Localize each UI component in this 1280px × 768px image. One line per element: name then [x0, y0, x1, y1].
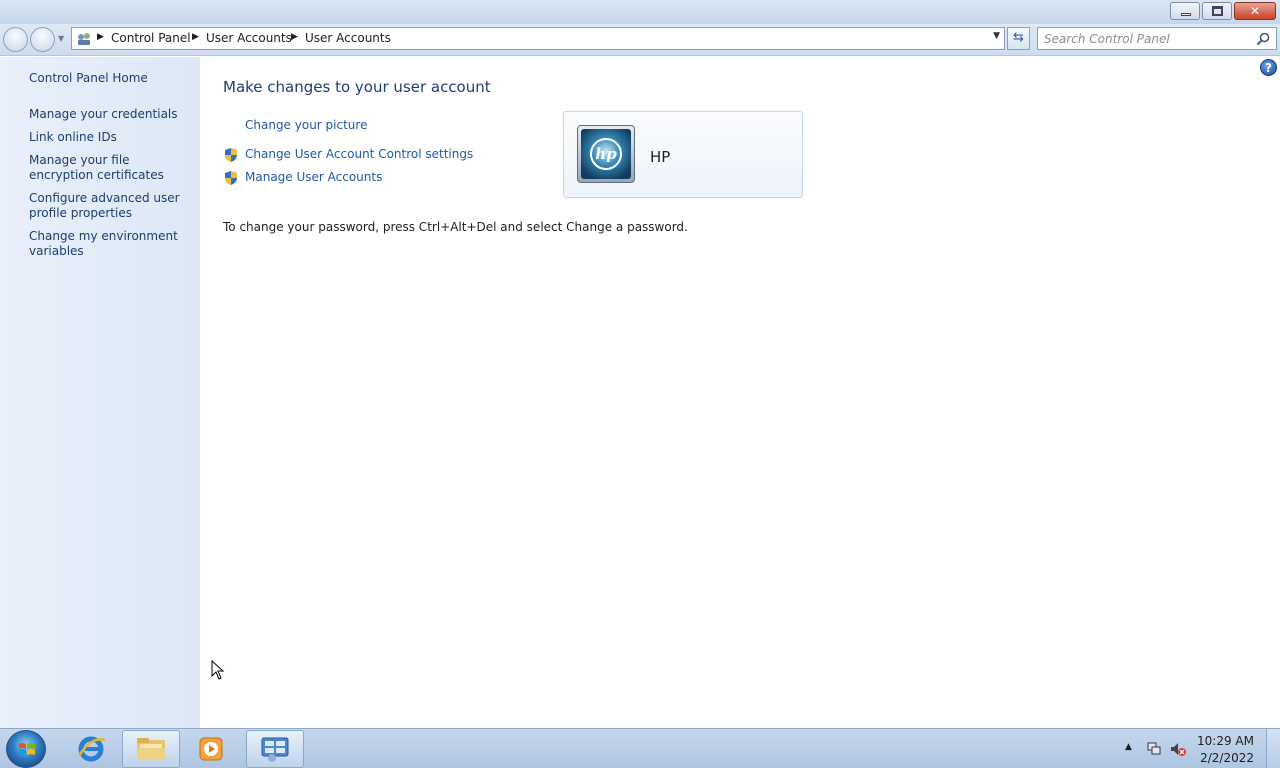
- forward-button[interactable]: [30, 27, 55, 52]
- hp-logo-icon: hp: [581, 129, 631, 179]
- uac-shield-icon: [225, 171, 237, 185]
- file-encryption-certificates-link[interactable]: Manage your file encryption certificates: [29, 153, 194, 183]
- minimize-button[interactable]: [1170, 2, 1200, 20]
- avatar[interactable]: hp: [577, 125, 635, 183]
- search-icon[interactable]: [1255, 31, 1271, 47]
- volume-muted-icon[interactable]: [1170, 741, 1186, 757]
- main-content: ? Make changes to your user account Chan…: [200, 57, 1280, 728]
- left-navigation-pane: Control Panel Home Manage your credentia…: [0, 57, 200, 728]
- show-hidden-icons-chevron-icon[interactable]: ▲: [1125, 742, 1132, 752]
- search-input[interactable]: [1044, 30, 1244, 47]
- minimize-icon: [1181, 13, 1191, 16]
- taskbar-windows-explorer[interactable]: [122, 730, 180, 768]
- clock-date[interactable]: 2/2/2022: [1200, 751, 1254, 765]
- hp-logo: hp: [590, 138, 622, 170]
- window-controls: ✕: [1168, 2, 1276, 20]
- internet-explorer-icon: [77, 736, 106, 762]
- taskbar-media-player[interactable]: [182, 730, 240, 768]
- navigation-bar: ▼ ▶ Control Panel ▶ User Accounts ▶ User…: [0, 24, 1280, 56]
- page-title: Make changes to your user account: [223, 78, 491, 96]
- close-button[interactable]: ✕: [1234, 2, 1276, 20]
- network-icon[interactable]: [1146, 741, 1162, 757]
- taskbar-control-panel[interactable]: [246, 730, 304, 768]
- manage-credentials-link[interactable]: Manage your credentials: [29, 107, 194, 122]
- clock-time[interactable]: 10:29 AM: [1197, 734, 1254, 748]
- mouse-cursor-icon: [211, 660, 225, 680]
- windows-logo-icon: [19, 743, 35, 755]
- taskbar: ▲ 10:29 AM 2/2/2022: [0, 728, 1280, 768]
- start-button[interactable]: [6, 730, 46, 768]
- manage-user-accounts-link[interactable]: Manage User Accounts: [245, 170, 382, 184]
- link-online-ids-link[interactable]: Link online IDs: [29, 130, 194, 145]
- media-player-icon: [199, 737, 223, 761]
- environment-variables-link[interactable]: Change my environment variables: [29, 229, 194, 259]
- folder-icon: [137, 738, 165, 760]
- breadcrumb-user-accounts-current[interactable]: User Accounts: [305, 31, 391, 45]
- address-dropdown-icon[interactable]: ▼: [993, 31, 1000, 41]
- help-icon[interactable]: ?: [1260, 59, 1277, 76]
- close-icon: ✕: [1249, 4, 1261, 18]
- restore-icon: [1212, 6, 1223, 16]
- show-desktop-button[interactable]: [1266, 729, 1280, 768]
- breadcrumb-arrow[interactable]: ▶: [291, 32, 298, 42]
- breadcrumb-user-accounts[interactable]: User Accounts: [206, 31, 292, 45]
- breadcrumb-arrow[interactable]: ▶: [192, 32, 199, 42]
- address-bar[interactable]: ▶ Control Panel ▶ User Accounts ▶ User A…: [71, 27, 1005, 50]
- back-button[interactable]: [3, 27, 28, 52]
- restore-button[interactable]: [1202, 2, 1232, 20]
- advanced-profile-properties-link[interactable]: Configure advanced user profile properti…: [29, 191, 194, 221]
- account-tile: hp HP: [563, 111, 803, 198]
- account-name: HP: [650, 148, 671, 166]
- recent-pages-dropdown[interactable]: ▼: [58, 34, 64, 43]
- refresh-button[interactable]: ⇆: [1007, 27, 1030, 50]
- uac-settings-link[interactable]: Change User Account Control settings: [245, 147, 473, 161]
- taskbar-internet-explorer[interactable]: [62, 730, 120, 768]
- title-bar: ✕: [0, 0, 1280, 24]
- uac-shield-icon: [225, 148, 237, 162]
- control-panel-icon: [78, 33, 90, 45]
- refresh-icon: ⇆: [1013, 30, 1024, 45]
- search-box[interactable]: [1037, 27, 1277, 50]
- breadcrumb-control-panel[interactable]: Control Panel: [111, 31, 191, 45]
- change-picture-link[interactable]: Change your picture: [245, 118, 367, 132]
- password-instructions: To change your password, press Ctrl+Alt+…: [223, 220, 688, 234]
- control-panel-home-link[interactable]: Control Panel Home: [29, 71, 194, 86]
- breadcrumb-arrow[interactable]: ▶: [97, 32, 104, 42]
- control-panel-icon: [261, 737, 289, 762]
- system-tray: ▲ 10:29 AM 2/2/2022: [1120, 729, 1280, 768]
